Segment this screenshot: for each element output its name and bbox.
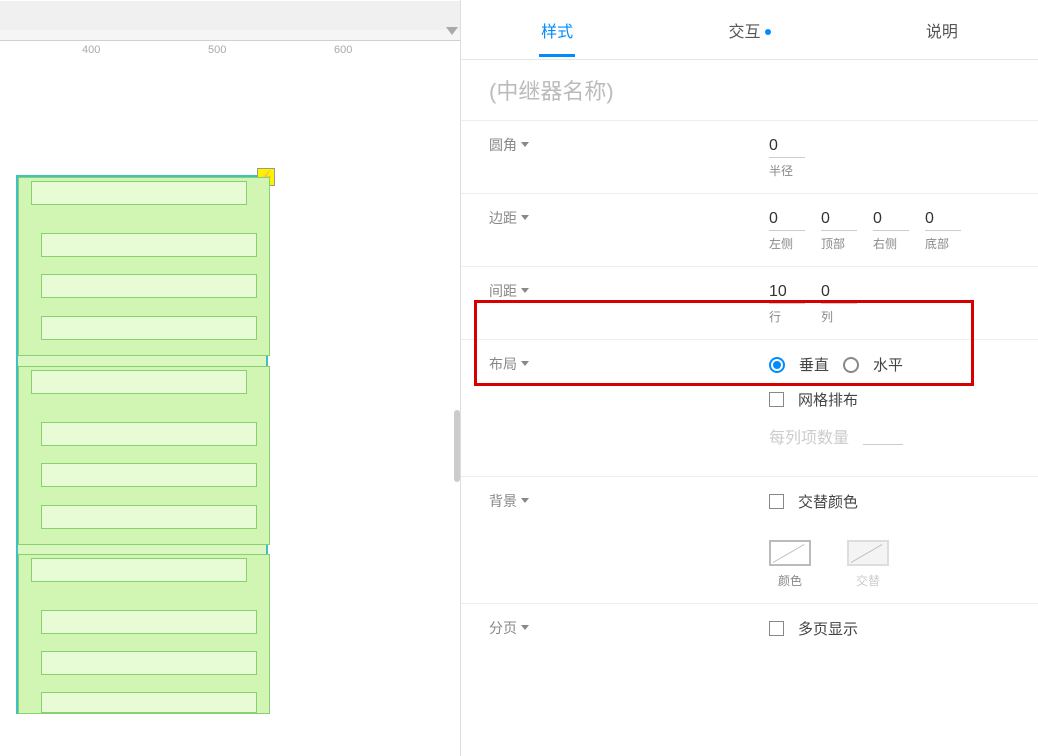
tab-interaction[interactable]: 交互 [653,18,845,42]
caret-down-icon [521,498,529,503]
per-col-label: 每列项数量 [769,424,849,448]
panel-tabs: 样式 交互 说明 [461,0,1038,60]
checkbox-multipage[interactable] [769,621,784,636]
shape[interactable] [41,316,257,340]
properties-panel: 样式 交互 说明 (中继器名称) 圆角 半径 边距 左侧 顶部 右侧 底部 间距… [460,0,1038,756]
swatch-label: 颜色 [778,572,802,589]
label-radius[interactable]: 圆角 [489,135,759,179]
sub: 左侧 [769,235,793,252]
tab-style[interactable]: 样式 [461,18,653,42]
section-radius: 圆角 半径 [461,120,1038,193]
dot-icon [765,29,771,35]
widget-name-input[interactable]: (中继器名称) [461,60,1038,120]
padding-right-input[interactable] [873,208,909,231]
ruler-tick: 500 [208,44,226,56]
section-layout: 布局 垂直 水平 网格排布 每列项数量 [461,339,1038,476]
caret-down-icon [521,142,529,147]
sub: 行 [769,308,781,325]
label-layout[interactable]: 布局 [489,354,759,374]
padding-bottom-input[interactable] [925,208,961,231]
radio-horizontal[interactable] [843,357,859,373]
shape[interactable] [41,274,257,298]
ruler-tick: 400 [82,44,100,56]
shape[interactable] [41,651,257,675]
ruler-dropdown-icon[interactable] [446,27,458,35]
checkbox-multipage-label[interactable]: 多页显示 [798,618,858,639]
radio-horizontal-label[interactable]: 水平 [873,354,903,375]
radius-sublabel: 半径 [769,162,793,179]
shape[interactable] [41,692,257,713]
shape[interactable] [41,463,257,487]
shape[interactable] [41,505,257,529]
caret-down-icon [521,625,529,630]
canvas-area[interactable]: 400 500 600 ⚡ [0,0,460,756]
caret-down-icon [521,215,529,220]
per-col-input[interactable] [863,427,903,445]
label-background[interactable]: 背景 [489,491,759,511]
swatch-label: 交替 [856,572,880,589]
padding-top-input[interactable] [821,208,857,231]
shape[interactable] [31,181,247,205]
radio-vertical-label[interactable]: 垂直 [799,354,829,375]
padding-left-input[interactable] [769,208,805,231]
checkbox-alt-label[interactable]: 交替颜色 [798,491,858,512]
radio-vertical[interactable] [769,357,785,373]
shape[interactable] [41,610,257,634]
color-swatch[interactable] [769,540,811,566]
checkbox-grid[interactable] [769,392,784,407]
spacing-col-input[interactable] [821,281,857,304]
section-spacing: 间距 行 列 [461,266,1038,339]
spacing-row-input[interactable] [769,281,805,304]
shape[interactable] [31,370,247,394]
repeater-item[interactable] [18,554,270,714]
sub: 底部 [925,235,949,252]
ruler-tick: 600 [334,44,352,56]
ruler-horizontal [0,29,460,41]
repeater-widget[interactable]: ⚡ [16,175,268,714]
alt-swatch[interactable] [847,540,889,566]
label-spacing[interactable]: 间距 [489,281,759,325]
sub: 列 [821,308,833,325]
radius-field: 半径 [769,135,805,179]
section-padding: 边距 左侧 顶部 右侧 底部 [461,193,1038,266]
checkbox-grid-label[interactable]: 网格排布 [798,389,858,410]
section-paging: 分页 多页显示 [461,603,1038,667]
scrollbar-thumb[interactable] [454,410,460,482]
repeater-item[interactable] [18,177,270,356]
caret-down-icon [521,288,529,293]
label-paging[interactable]: 分页 [489,618,759,653]
sub: 右侧 [873,235,897,252]
repeater-item[interactable] [18,366,270,545]
shape[interactable] [41,422,257,446]
tab-notes[interactable]: 说明 [846,18,1038,42]
checkbox-alt-color[interactable] [769,494,784,509]
section-background: 背景 交替颜色 颜色 交替 [461,476,1038,603]
caret-down-icon [521,361,529,366]
radius-input[interactable] [769,135,805,158]
shape[interactable] [41,233,257,257]
sub: 顶部 [821,235,845,252]
shape[interactable] [31,558,247,582]
label-padding[interactable]: 边距 [489,208,759,252]
